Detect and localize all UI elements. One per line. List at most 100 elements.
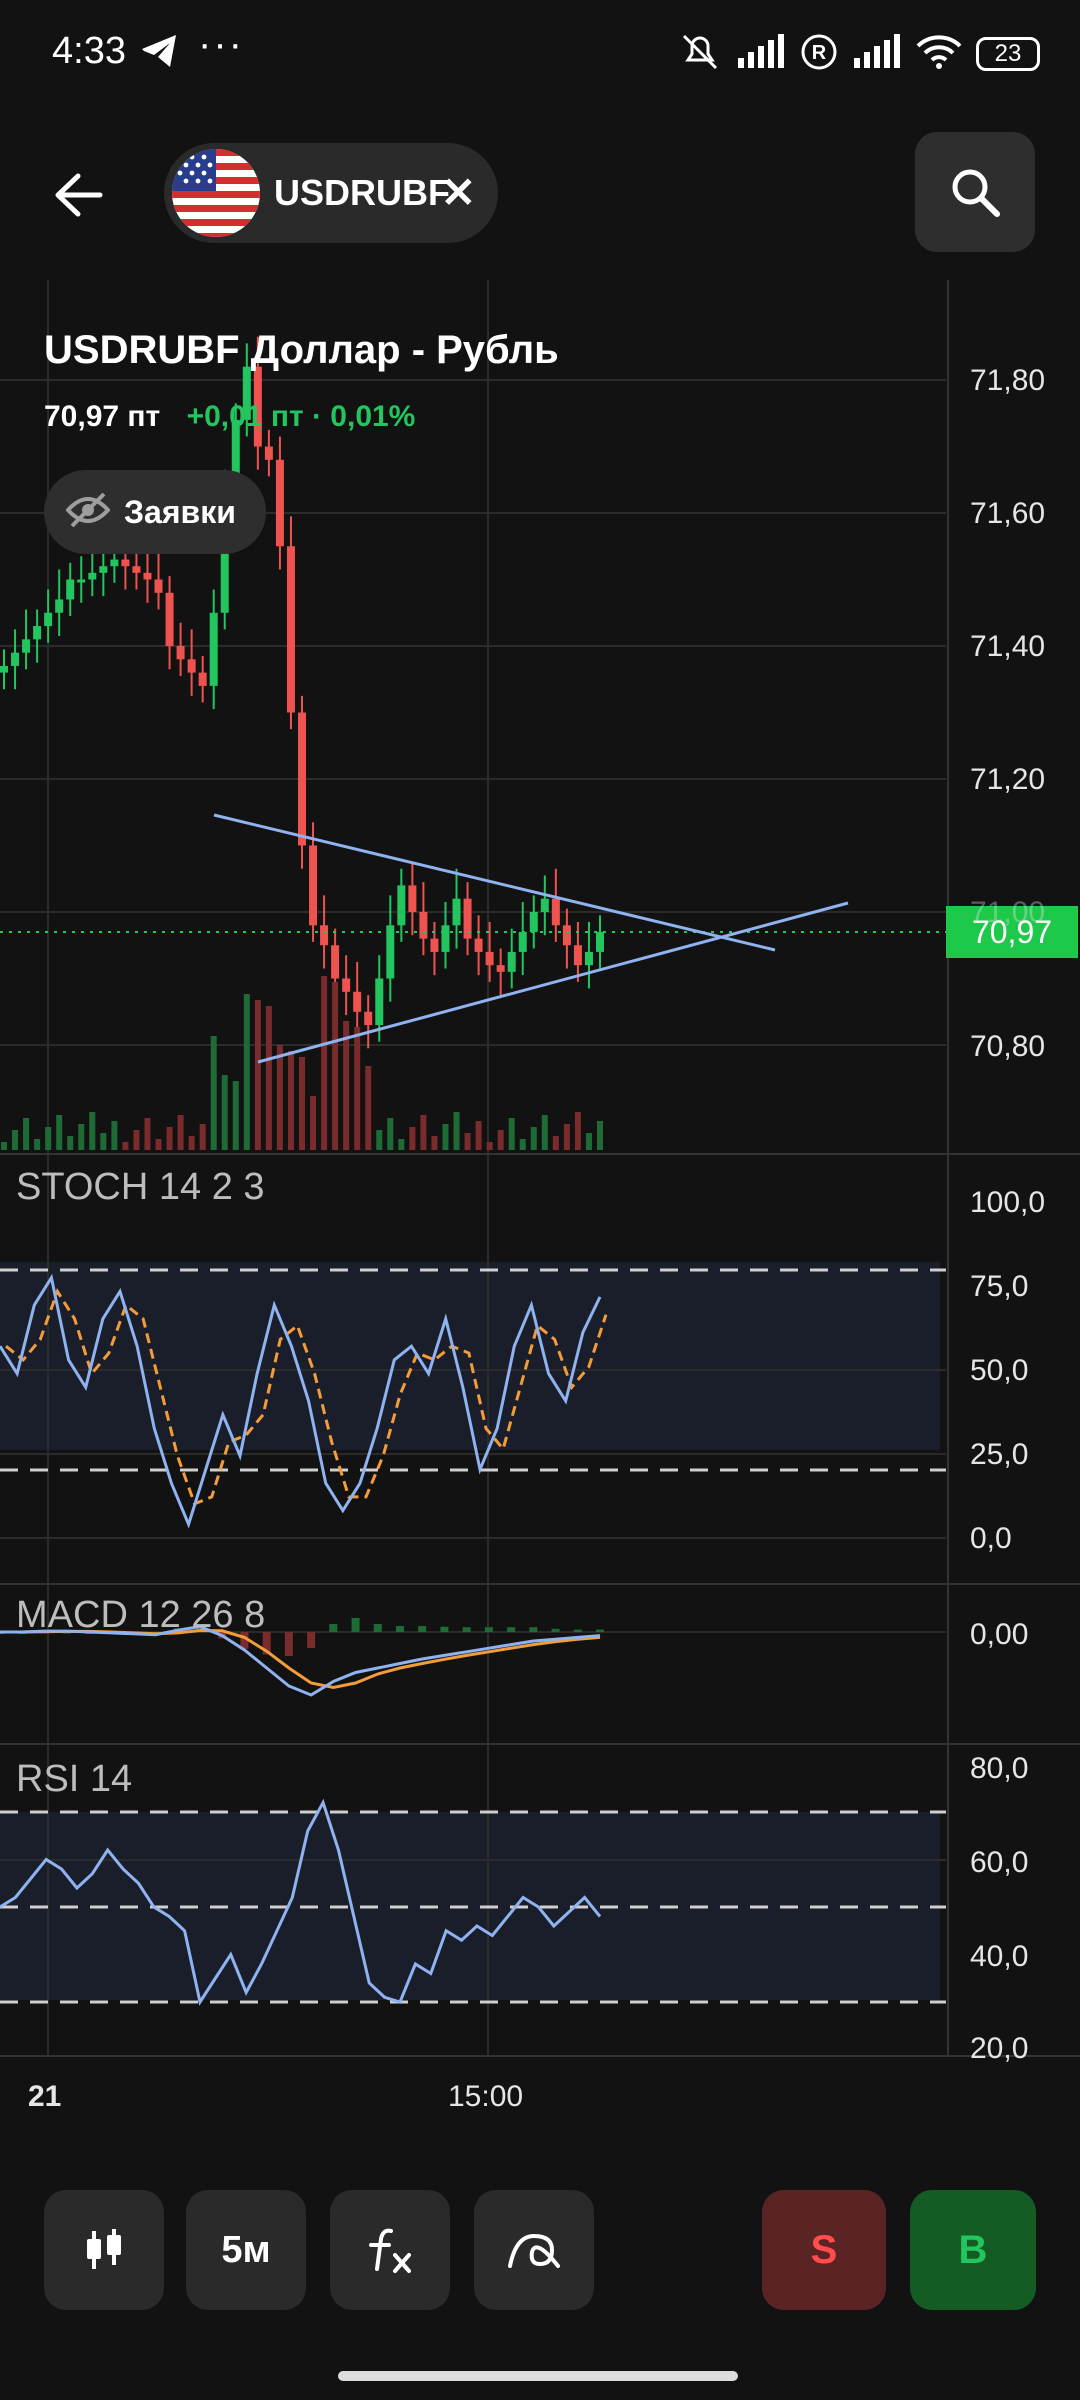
candle-body xyxy=(66,579,75,600)
home-indicator[interactable] xyxy=(338,2371,738,2381)
eye-off-icon xyxy=(65,492,111,533)
volume-bar xyxy=(585,1133,592,1150)
candle-body xyxy=(551,898,560,926)
candle-body xyxy=(441,925,450,952)
volume-bar xyxy=(199,1124,206,1150)
macd-label[interactable]: MACD 12 26 8 xyxy=(16,1594,265,1637)
price-tick: 71,40 xyxy=(970,630,1046,663)
chart-type-button[interactable] xyxy=(44,2190,164,2310)
status-bar: 4:33 ··· R 23 xyxy=(0,0,1080,110)
volume-bar xyxy=(530,1127,537,1150)
search-button[interactable] xyxy=(915,132,1035,252)
back-arrow-icon[interactable] xyxy=(48,170,108,220)
indicators-button[interactable] xyxy=(330,2190,450,2310)
candle-body xyxy=(342,978,351,992)
function-icon xyxy=(369,2228,411,2273)
volume-bar xyxy=(552,1136,559,1150)
volume-bar xyxy=(45,1127,52,1150)
ticker-label: USDRUBF xyxy=(274,172,450,213)
signal-icon xyxy=(736,33,786,75)
macd-hist-bar xyxy=(351,1618,360,1632)
volume-bar xyxy=(232,1081,239,1150)
macd-hist-bar xyxy=(396,1626,404,1632)
volume-bar xyxy=(464,1133,471,1150)
buy-button[interactable]: B xyxy=(910,2190,1036,2310)
volume-bar xyxy=(453,1112,460,1150)
volume-bar xyxy=(133,1130,140,1150)
volume-bar xyxy=(287,1051,294,1150)
rsi-tick: 40,0 xyxy=(970,1940,1029,1973)
macd-signal-line xyxy=(0,1628,601,1690)
candle-body xyxy=(408,885,417,912)
candle-body xyxy=(209,612,218,686)
candle-body xyxy=(540,898,549,912)
candlestick-icon xyxy=(87,2229,121,2269)
rsi-band xyxy=(0,1812,940,2000)
candle-body xyxy=(77,579,86,583)
volume-bar xyxy=(177,1115,184,1150)
rsi-tick: 20,0 xyxy=(970,2032,1029,2065)
bottom-toolbar: 5м S B xyxy=(0,2190,1080,2310)
volume-bar xyxy=(376,1130,383,1150)
price-tick: 70,80 xyxy=(970,1030,1046,1063)
volume-bar xyxy=(310,1096,317,1150)
price-tick: 71,60 xyxy=(970,497,1046,530)
macd-hist-bar xyxy=(462,1627,471,1632)
volume-bar xyxy=(144,1118,151,1150)
candle-body xyxy=(430,938,439,952)
volume-bar xyxy=(387,1118,394,1150)
volume-bar xyxy=(56,1115,63,1150)
ticker-chip[interactable]: USDRUBF ✕ xyxy=(164,143,498,243)
volume-bar xyxy=(354,1027,361,1150)
volume-bar xyxy=(210,1036,217,1150)
telegram-icon xyxy=(140,33,180,74)
price-tick: 71,20 xyxy=(970,763,1046,796)
candle-body xyxy=(353,991,362,1012)
macd-hist-bar xyxy=(440,1626,449,1632)
candle-body xyxy=(474,938,483,952)
rsi-label[interactable]: RSI 14 xyxy=(16,1758,132,1801)
drawing-tools-button[interactable] xyxy=(474,2190,594,2310)
stoch-label[interactable]: STOCH 14 2 3 xyxy=(16,1166,265,1209)
time-tick: 21 xyxy=(28,2080,62,2113)
top-bar: USDRUBF ✕ xyxy=(0,132,1080,252)
candle-body xyxy=(375,978,384,1026)
candle-body xyxy=(187,659,196,673)
stoch-tick: 75,0 xyxy=(970,1270,1029,1303)
time-tick: 15:00 xyxy=(448,2080,524,2113)
price-change: +0,01 пт · 0,01% xyxy=(186,400,416,433)
volume-bar xyxy=(78,1124,85,1150)
volume-bar xyxy=(23,1118,30,1150)
candle-body xyxy=(507,951,516,972)
candle-body xyxy=(275,459,284,547)
volume-bar xyxy=(497,1130,504,1150)
rsi-tick: 80,0 xyxy=(970,1752,1029,1785)
volume-bar xyxy=(398,1139,405,1150)
interval-button[interactable]: 5м xyxy=(186,2190,306,2310)
sell-button[interactable]: S xyxy=(762,2190,886,2310)
candle-body xyxy=(573,945,582,966)
candle-body xyxy=(22,639,31,653)
macd-hist-bar xyxy=(573,1629,582,1632)
volume-bar xyxy=(508,1118,515,1150)
roaming-icon: R xyxy=(800,33,838,76)
search-icon xyxy=(952,169,1000,217)
volume-bar xyxy=(299,1057,305,1150)
volume-bar xyxy=(365,1066,372,1150)
close-icon[interactable]: ✕ xyxy=(441,168,476,217)
volume-bar xyxy=(486,1142,493,1150)
volume-bar xyxy=(574,1112,581,1150)
candle-body xyxy=(110,559,119,567)
candle-body xyxy=(397,885,406,926)
candle-body xyxy=(121,559,130,567)
battery-icon: 23 xyxy=(976,37,1040,71)
macd-hist-bar xyxy=(284,1632,293,1656)
candle-body xyxy=(331,945,340,979)
candle-body xyxy=(496,965,505,972)
candle-body xyxy=(264,446,273,460)
macd-hist-bar xyxy=(373,1624,382,1632)
volume-bar xyxy=(442,1124,449,1150)
candle-body xyxy=(596,931,604,952)
candle-body xyxy=(176,646,185,660)
orders-toggle[interactable]: Заявки xyxy=(44,470,266,554)
